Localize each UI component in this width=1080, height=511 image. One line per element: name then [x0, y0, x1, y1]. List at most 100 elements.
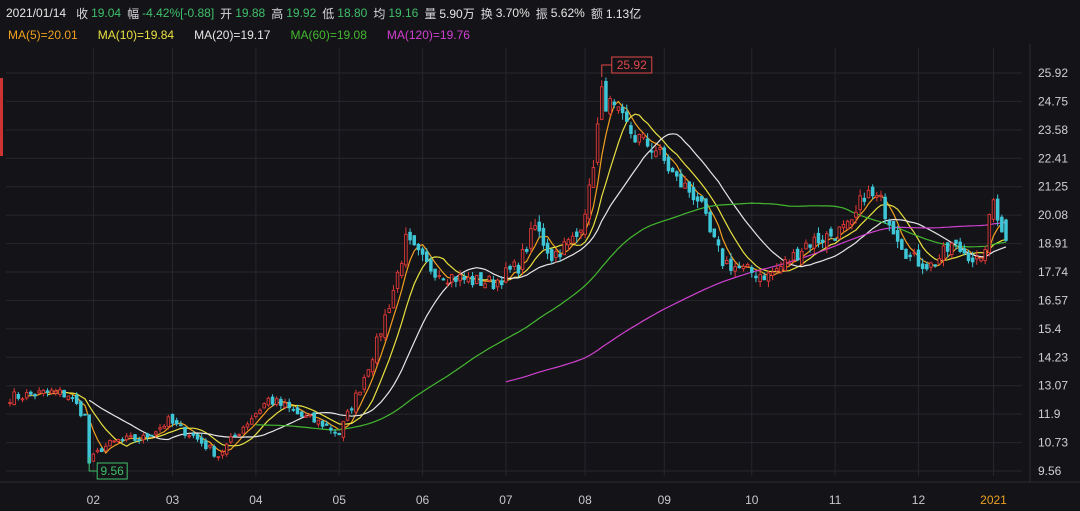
candle [854, 205, 858, 224]
candle [345, 409, 350, 422]
candle [550, 248, 554, 264]
x-tick-label: 10 [745, 493, 759, 507]
candle [891, 220, 896, 235]
candle [820, 234, 825, 249]
candle [641, 133, 646, 141]
candle [829, 226, 833, 239]
candle [374, 333, 379, 366]
candle [654, 146, 658, 158]
candle [383, 309, 387, 342]
x-tick-label: 12 [912, 493, 926, 507]
candle [608, 95, 612, 118]
candle [287, 398, 291, 413]
candle [558, 249, 562, 262]
candle [600, 80, 604, 121]
candle [875, 191, 879, 202]
avg-label: 均 [373, 6, 386, 21]
candle [979, 257, 983, 263]
candle [695, 192, 700, 209]
candle [79, 400, 83, 418]
candle [604, 77, 608, 112]
avg-value: 19.16 [388, 6, 419, 20]
candle [145, 432, 150, 442]
candle [399, 260, 404, 279]
candle [837, 226, 842, 240]
candle [45, 388, 50, 397]
candle [516, 262, 521, 277]
candle [199, 433, 204, 447]
candle [745, 262, 750, 268]
candle [337, 432, 341, 436]
ma60-legend: MA(60)=19.08 [290, 28, 367, 42]
candle [416, 243, 421, 256]
candle [1004, 218, 1008, 243]
candle [670, 166, 675, 173]
candle [933, 264, 937, 268]
candle [733, 261, 737, 278]
candle [812, 233, 817, 254]
candle [504, 262, 508, 284]
candle [754, 272, 758, 283]
candle [20, 397, 25, 403]
candlestick-chart[interactable]: 25.92 24.75 23.58 22.41 21.25 20.08 18.91 17.74… [0, 44, 1080, 511]
y-tick-label: 22.41 [1038, 151, 1068, 165]
x-tick-label: 08 [578, 493, 592, 507]
candle [616, 106, 621, 114]
candle [466, 272, 471, 284]
turnover-value: 3.70% [495, 6, 530, 20]
candle [141, 432, 146, 444]
candle [958, 237, 962, 254]
candle [583, 209, 587, 239]
candle [474, 274, 479, 285]
candle [149, 434, 154, 437]
candle [633, 130, 637, 144]
candle [208, 444, 212, 450]
candle [929, 261, 933, 272]
low-label: 低 [322, 6, 335, 21]
open-label: 开 [220, 6, 233, 21]
open-value: 19.88 [235, 6, 266, 20]
x-tick-label: 07 [499, 493, 513, 507]
ma20-line [88, 133, 1007, 441]
amplitude-label: 振 [535, 6, 548, 21]
y-tick-label: 13.07 [1038, 379, 1068, 393]
candle [279, 396, 283, 410]
candle [412, 234, 416, 246]
change-value: -4.42%[-0.88] [142, 6, 215, 20]
change-label: 幅 [127, 6, 140, 21]
candle [216, 456, 221, 461]
quote-date: 2021/01/14 [6, 6, 67, 20]
candle [662, 145, 667, 164]
y-tick-label: 9.56 [1038, 464, 1062, 478]
candle [879, 190, 883, 202]
candle [795, 246, 800, 262]
candle [545, 238, 550, 260]
candle [704, 197, 708, 217]
candle [941, 242, 946, 267]
y-tick-label: 15.4 [1038, 322, 1062, 336]
candle [716, 236, 721, 252]
x-tick-label: 09 [658, 493, 672, 507]
candle [987, 213, 992, 257]
y-tick-label: 18.91 [1038, 237, 1068, 251]
candle [900, 238, 904, 250]
x-tick-label: 2021 [980, 493, 1007, 507]
ma10-legend: MA(10)=19.84 [97, 28, 175, 42]
candle [595, 117, 600, 166]
max-label: 25.92 [617, 58, 647, 72]
candle [841, 220, 846, 233]
candle [937, 254, 942, 265]
x-tick-label: 02 [87, 493, 101, 507]
amount-label: 额 [590, 6, 603, 21]
candle [312, 411, 316, 424]
low-value: 18.80 [337, 6, 368, 20]
candle [491, 275, 496, 291]
y-tick-label: 24.75 [1038, 94, 1068, 108]
candle [158, 424, 162, 433]
candle [183, 426, 187, 439]
candle [720, 247, 725, 269]
candle [395, 270, 400, 293]
candle [62, 389, 66, 398]
candle [424, 248, 429, 263]
candle [587, 178, 592, 226]
